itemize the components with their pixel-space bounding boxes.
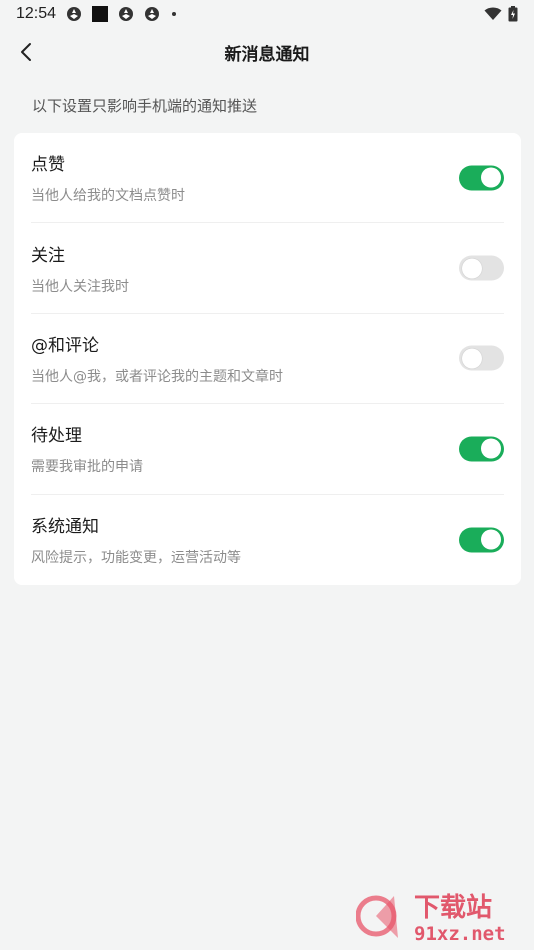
pending-toggle[interactable] [459, 436, 504, 462]
settings-card: 点赞 当他人给我的文档点赞时 关注 当他人关注我时 @和评论 当他人@我，或者评… [14, 133, 521, 585]
setting-description: 当他人@我，或者评论我的主题和文章时 [31, 368, 283, 385]
wifi-icon [484, 7, 502, 20]
page-title: 新消息通知 [224, 44, 310, 65]
setting-title: 待处理 [31, 426, 82, 447]
system-toggle[interactable] [459, 527, 504, 553]
toggle-knob [481, 529, 501, 550]
watermark-logo: 下载站 91xz.net [356, 893, 506, 945]
watermark-brand: 下载站 [414, 893, 492, 923]
watermark-domain: 91xz.net [414, 923, 506, 945]
setting-text: 待处理 需要我审批的申请 [31, 421, 143, 476]
toggle-knob [481, 438, 501, 459]
status-right [484, 6, 518, 22]
system-notification-icon [145, 7, 160, 21]
header: 新消息通知 [0, 30, 534, 74]
toggle-knob [462, 258, 482, 279]
toggle-knob [481, 167, 501, 188]
setting-row-mentions: @和评论 当他人@我，或者评论我的主题和文章时 [31, 314, 504, 405]
system-notification-icon [67, 7, 82, 21]
setting-title: 系统通知 [31, 517, 99, 538]
setting-description: 当他人给我的文档点赞时 [31, 188, 185, 205]
setting-text: 点赞 当他人给我的文档点赞时 [31, 150, 185, 205]
setting-title: 关注 [31, 245, 65, 266]
back-button[interactable] [8, 34, 44, 70]
setting-row-follow: 关注 当他人关注我时 [31, 223, 504, 314]
dot-icon [172, 12, 177, 16]
setting-text: 系统通知 风险提示，功能变更，运营活动等 [31, 512, 241, 567]
setting-title: @和评论 [31, 335, 99, 356]
section-hint: 以下设置只影响手机端的通知推送 [32, 97, 258, 115]
status-left: 12:54 [16, 5, 177, 23]
follow-toggle[interactable] [459, 255, 504, 281]
system-notification-icon [119, 7, 134, 21]
status-time: 12:54 [16, 5, 57, 22]
setting-description: 需要我审批的申请 [31, 459, 143, 476]
setting-description: 风险提示，功能变更，运营活动等 [31, 550, 241, 567]
setting-row-system: 系统通知 风险提示，功能变更，运营活动等 [31, 495, 504, 585]
setting-text: 关注 当他人关注我时 [31, 241, 129, 296]
setting-title: 点赞 [31, 155, 65, 176]
likes-toggle[interactable] [459, 165, 504, 191]
back-arrow-icon [21, 43, 31, 61]
battery-icon [508, 6, 518, 22]
status-bar: 12:54 [0, 0, 534, 28]
app-square-icon [92, 6, 109, 22]
setting-text: @和评论 当他人@我，或者评论我的主题和文章时 [31, 331, 283, 386]
setting-description: 当他人关注我时 [31, 278, 129, 295]
setting-row-pending: 待处理 需要我审批的申请 [31, 404, 504, 495]
mentions-toggle[interactable] [459, 345, 504, 371]
setting-row-likes: 点赞 当他人给我的文档点赞时 [31, 133, 504, 224]
toggle-knob [462, 348, 482, 369]
